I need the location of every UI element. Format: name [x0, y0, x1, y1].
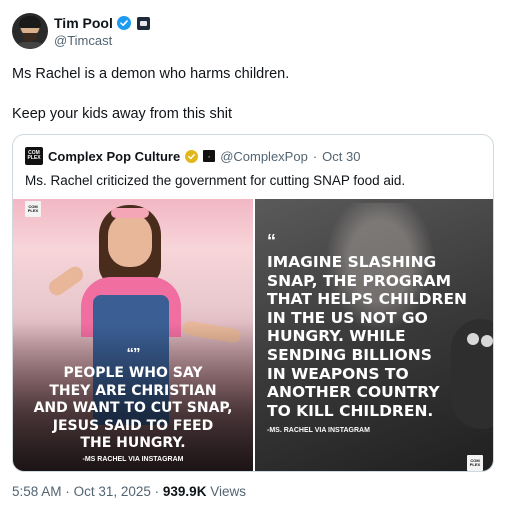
- right-caption-line: HUNGRY. WHILE: [267, 327, 406, 346]
- right-caption: IMAGINE SLASHING SNAP, THE PROGRAM THAT …: [267, 253, 467, 420]
- left-quote-mark: “”: [126, 345, 141, 362]
- right-caption-line: THAT HELPS CHILDREN: [267, 290, 468, 309]
- right-quote-mark: “: [267, 231, 276, 251]
- left-caption-line: PEOPLE WHO SAY: [63, 365, 203, 381]
- complex-logo: COM PLEX: [25, 201, 41, 217]
- affiliation-badge-icon[interactable]: ▪: [203, 150, 216, 162]
- post-date[interactable]: Oct 31, 2025: [74, 484, 151, 499]
- right-attribution: -MS. RACHEL VIA INSTAGRAM: [267, 427, 370, 434]
- quoted-date[interactable]: Oct 30: [322, 149, 360, 164]
- left-attribution: -MS RACHEL VIA INSTAGRAM: [82, 456, 184, 463]
- left-caption-line: AND WANT TO CUT SNAP,: [33, 400, 233, 416]
- right-caption-line: SENDING BILLIONS: [267, 345, 432, 364]
- complex-logo: COM PLEX: [467, 455, 483, 471]
- right-caption-line: TO KILL CHILDREN.: [267, 401, 434, 420]
- author-name-row: Tim Pool: [54, 14, 150, 32]
- quoted-separator: ·: [312, 148, 318, 164]
- tweet: Tim Pool @Timcast Ms Rachel is a demon w…: [0, 0, 509, 512]
- right-caption-line: ANOTHER COUNTRY: [267, 383, 440, 402]
- right-caption-line: IN THE US NOT GO: [267, 308, 428, 327]
- quoted-post[interactable]: COM PLEX Complex Pop Culture ▪ @ComplexP…: [12, 134, 494, 472]
- verified-badge-icon[interactable]: [116, 16, 131, 30]
- right-caption-line: SNAP, THE PROGRAM: [267, 271, 452, 290]
- meta-separator: ·: [154, 484, 160, 499]
- post-text-line-2: Keep your kids away from this shit: [12, 106, 233, 122]
- affiliation-badge-icon[interactable]: [136, 16, 150, 30]
- right-caption-line: IMAGINE SLASHING: [267, 253, 437, 271]
- left-caption-line: THEY ARE CHRISTIAN: [49, 382, 217, 399]
- right-caption-line: IN WEAPONS TO: [267, 364, 409, 383]
- quoted-text: Ms. Rachel criticized the government for…: [25, 173, 406, 188]
- post-meta: 5:58 AM · Oct 31, 2025 · 939.9K Views: [12, 484, 246, 499]
- left-caption-line: THE HUNGRY.: [80, 435, 186, 451]
- gold-verified-badge-icon[interactable]: [185, 149, 199, 163]
- post-time[interactable]: 5:58 AM: [12, 484, 62, 499]
- media-image-left[interactable]: COM PLEX “” PEOPLE WHO SAY THEY ARE CHRI…: [13, 199, 253, 471]
- post-text-line-1: Ms Rachel is a demon who harms children.: [12, 66, 290, 82]
- media-image-right[interactable]: “ IMAGINE SLASHING SNAP, THE PROGRAM THA…: [255, 199, 493, 471]
- views-label: Views: [210, 484, 246, 499]
- quoted-handle[interactable]: @ComplexPop: [220, 149, 308, 164]
- quoted-display-name[interactable]: Complex Pop Culture: [48, 149, 180, 164]
- left-caption: PEOPLE WHO SAY THEY ARE CHRISTIAN AND WA…: [13, 365, 253, 453]
- quoted-header: COM PLEX Complex Pop Culture ▪ @ComplexP…: [25, 147, 360, 165]
- quoted-media: COM PLEX “” PEOPLE WHO SAY THEY ARE CHRI…: [13, 199, 493, 471]
- views-count: 939.9K: [162, 484, 207, 499]
- author-avatar[interactable]: [12, 13, 48, 49]
- author-handle[interactable]: @Timcast: [54, 33, 112, 48]
- author-display-name[interactable]: Tim Pool: [54, 15, 113, 31]
- left-caption-line: JESUS SAID TO FEED: [52, 417, 214, 434]
- quoted-avatar[interactable]: COM PLEX: [25, 147, 43, 165]
- meta-separator: ·: [65, 484, 70, 499]
